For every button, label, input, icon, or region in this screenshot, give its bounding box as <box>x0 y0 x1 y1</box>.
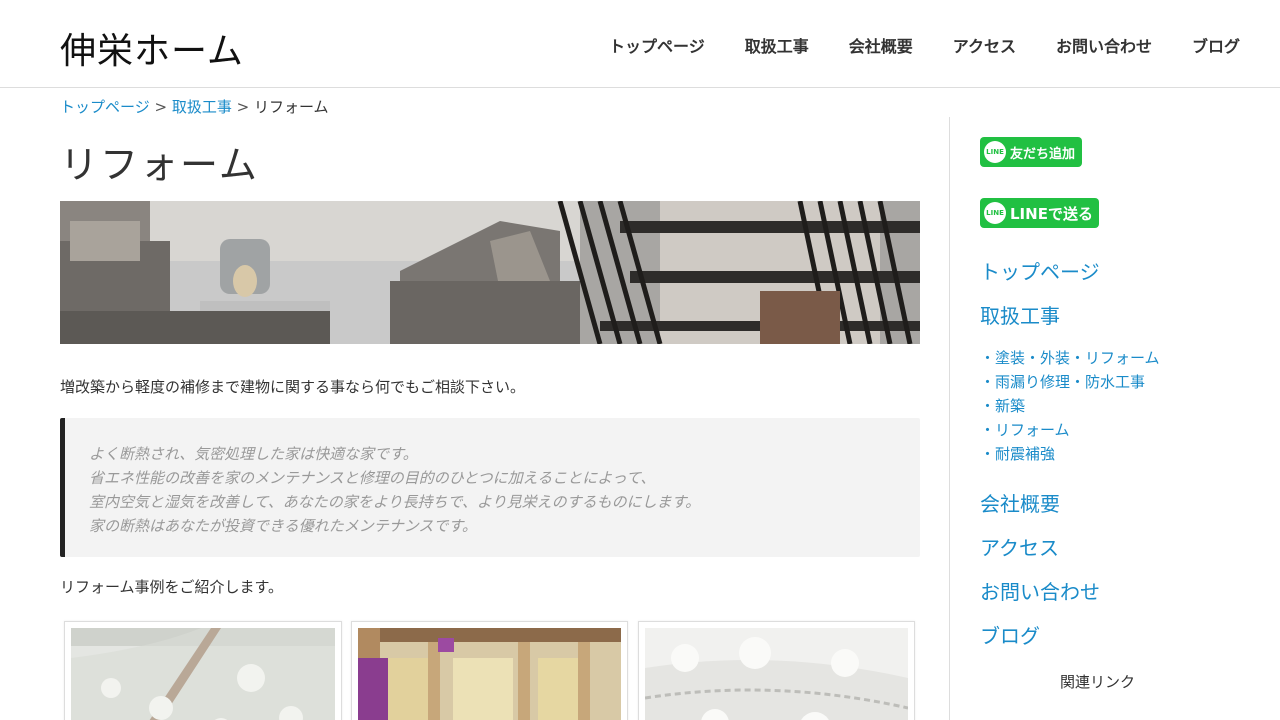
cases-intro-text: リフォーム事例をご紹介します。 <box>60 578 284 596</box>
breadcrumb-current: リフォーム <box>254 98 329 116</box>
page-title: リフォーム <box>60 143 259 187</box>
sidebar-sub-new-build[interactable]: ・新築 <box>980 395 1025 416</box>
sidebar-link-access[interactable]: アクセス <box>980 532 1059 561</box>
nav-top[interactable]: トップページ <box>609 33 705 57</box>
breadcrumb-separator: > <box>154 98 168 116</box>
quote-line: 家の断熱はあなたが投資できる優れたメンテナンスです。 <box>89 517 477 535</box>
breadcrumb-services[interactable]: 取扱工事 <box>172 98 232 116</box>
sidebar-divider <box>949 117 950 720</box>
living-room-image <box>60 201 920 344</box>
related-links-heading: 関連リンク <box>1060 673 1136 691</box>
quote-line: 省エネ性能の改善を家のメンテナンスと修理の目的のひとつに加えることによって、 <box>89 469 656 487</box>
nav-contact[interactable]: お問い合わせ <box>1056 33 1152 57</box>
breadcrumb-top[interactable]: トップページ <box>60 98 150 116</box>
quote-line: 室内空気と湿気を改善して、あなたの家をより長持ちで、より見栄えのするものにします… <box>89 493 701 511</box>
line-send-label: LINEで送る <box>1010 204 1093 223</box>
case-photo-2[interactable] <box>351 621 628 720</box>
ceiling-foam-image <box>645 628 908 720</box>
nav-blog[interactable]: ブログ <box>1192 33 1240 57</box>
sidebar-sub-painting[interactable]: ・塗装・外装・リフォーム <box>980 347 1160 368</box>
case-photo-3[interactable] <box>638 621 915 720</box>
nav-access[interactable]: アクセス <box>953 33 1016 57</box>
nav-services[interactable]: 取扱工事 <box>745 33 809 57</box>
sidebar-link-blog[interactable]: ブログ <box>980 620 1040 649</box>
sidebar-sub-reform[interactable]: ・リフォーム <box>980 419 1070 440</box>
site-logo[interactable]: 伸栄ホーム <box>60 22 244 74</box>
line-logo-icon: LINE <box>984 202 1006 224</box>
sidebar-link-contact[interactable]: お問い合わせ <box>980 576 1100 605</box>
site-header: 伸栄ホーム トップページ 取扱工事 会社概要 アクセス お問い合わせ ブログ <box>0 0 1280 88</box>
sidebar-sub-leak-repair[interactable]: ・雨漏り修理・防水工事 <box>980 371 1145 392</box>
line-add-friend-button[interactable]: LINE 友だち追加 <box>980 137 1082 167</box>
breadcrumb-separator: > <box>236 98 250 116</box>
case-gallery <box>64 621 916 720</box>
line-add-label: 友だち追加 <box>1010 146 1076 162</box>
nav-company[interactable]: 会社概要 <box>849 33 913 57</box>
intro-text: 増改築から軽度の補修まで建物に関する事なら何でもご相談下さい。 <box>60 378 526 396</box>
case-photo-1[interactable] <box>64 621 342 720</box>
quote-line: よく断熱され、気密処理した家は快適な家です。 <box>89 445 418 463</box>
sidebar-sub-seismic[interactable]: ・耐震補強 <box>980 443 1055 464</box>
sidebar-link-top[interactable]: トップページ <box>980 256 1100 285</box>
hero-image <box>60 201 920 344</box>
attic-insulation-image <box>71 628 335 720</box>
wall-insulation-image <box>358 628 621 720</box>
main-nav: トップページ 取扱工事 会社概要 アクセス お問い合わせ ブログ <box>569 33 1240 57</box>
line-send-button[interactable]: LINE LINEで送る <box>980 198 1099 228</box>
sidebar-link-company[interactable]: 会社概要 <box>980 488 1060 517</box>
line-logo-icon: LINE <box>984 141 1006 163</box>
breadcrumb: トップページ > 取扱工事 > リフォーム <box>60 96 329 117</box>
sidebar-link-services[interactable]: 取扱工事 <box>980 300 1060 329</box>
insulation-quote: よく断熱され、気密処理した家は快適な家です。 省エネ性能の改善を家のメンテナンス… <box>60 418 920 557</box>
